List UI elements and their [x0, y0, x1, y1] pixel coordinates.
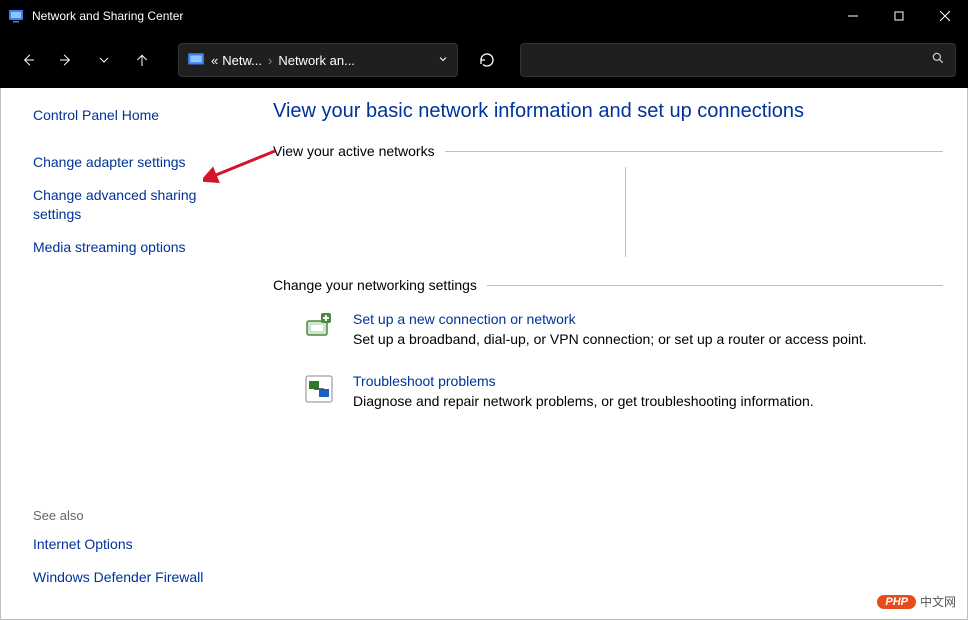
breadcrumb-seg1[interactable]: Netw... [222, 53, 262, 68]
media-streaming-link[interactable]: Media streaming options [33, 238, 243, 257]
control-panel-icon [187, 51, 205, 69]
setup-connection-desc: Set up a broadband, dial-up, or VPN conn… [353, 331, 867, 347]
change-settings-heading: Change your networking settings [273, 277, 943, 293]
search-input[interactable] [520, 43, 956, 77]
forward-button[interactable] [50, 44, 82, 76]
troubleshoot-row: Troubleshoot problems Diagnose and repai… [273, 363, 943, 425]
chevron-down-icon[interactable] [437, 53, 449, 68]
recent-locations-button[interactable] [88, 44, 120, 76]
refresh-button[interactable] [470, 43, 504, 77]
breadcrumb-prefix: « [211, 53, 218, 68]
toolbar: « Netw... › Network an... [0, 32, 968, 88]
maximize-button[interactable] [876, 0, 922, 32]
active-networks-heading: View your active networks [273, 143, 943, 159]
page-heading: View your basic network information and … [273, 100, 943, 123]
minimize-button[interactable] [830, 0, 876, 32]
window-title: Network and Sharing Center [32, 9, 830, 23]
troubleshoot-desc: Diagnose and repair network problems, or… [353, 393, 814, 409]
setup-connection-icon [303, 311, 335, 343]
search-icon [931, 51, 945, 70]
see-also-heading: See also [33, 508, 243, 523]
active-networks-box [291, 167, 626, 257]
chevron-right-icon[interactable]: › [266, 53, 274, 68]
close-button[interactable] [922, 0, 968, 32]
sidebar: Control Panel Home Change adapter settin… [1, 88, 263, 619]
change-settings-label: Change your networking settings [273, 277, 477, 293]
windows-defender-firewall-link[interactable]: Windows Defender Firewall [33, 568, 243, 587]
troubleshoot-icon [303, 373, 335, 405]
watermark-text: 中文网 [920, 593, 956, 610]
watermark-badge: PHP [877, 595, 916, 609]
watermark: PHP 中文网 [877, 593, 956, 610]
divider [445, 151, 943, 152]
troubleshoot-link[interactable]: Troubleshoot problems [353, 373, 814, 389]
up-button[interactable] [126, 44, 158, 76]
content-area: Control Panel Home Change adapter settin… [0, 88, 968, 620]
setup-connection-link[interactable]: Set up a new connection or network [353, 311, 867, 327]
change-advanced-sharing-link[interactable]: Change advanced sharing settings [33, 186, 243, 224]
title-bar: Network and Sharing Center [0, 0, 968, 32]
breadcrumb-seg2[interactable]: Network an... [278, 53, 355, 68]
app-icon [8, 8, 24, 24]
change-adapter-settings-link[interactable]: Change adapter settings [33, 153, 243, 172]
setup-connection-row: Set up a new connection or network Set u… [273, 301, 943, 363]
back-button[interactable] [12, 44, 44, 76]
internet-options-link[interactable]: Internet Options [33, 535, 243, 554]
active-networks-label: View your active networks [273, 143, 435, 159]
control-panel-home-link[interactable]: Control Panel Home [33, 106, 243, 125]
main-panel: View your basic network information and … [263, 88, 967, 619]
address-bar[interactable]: « Netw... › Network an... [178, 43, 458, 77]
divider [487, 285, 943, 286]
